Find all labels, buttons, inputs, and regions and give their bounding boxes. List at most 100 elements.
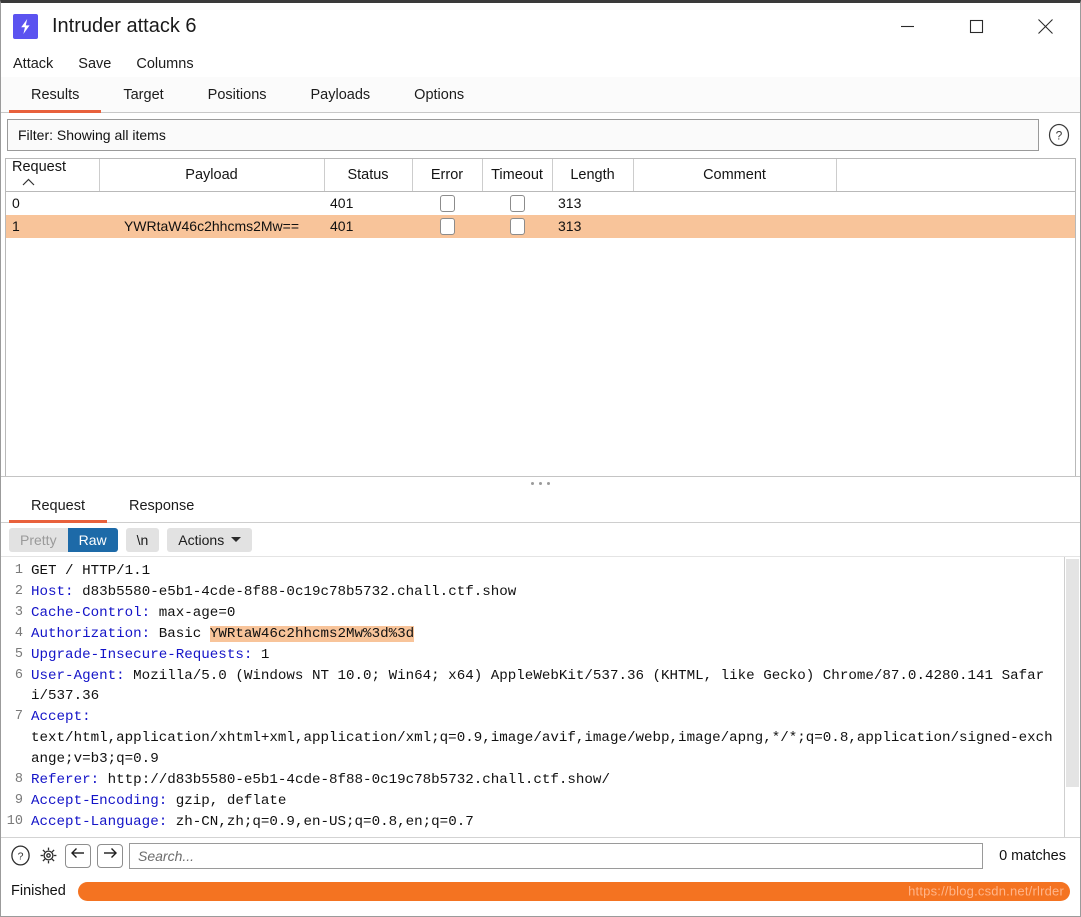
menu-item-attack[interactable]: Attack [13, 53, 65, 75]
menu-bar: Attack Save Columns [1, 50, 1080, 77]
splitter-dot [547, 482, 550, 485]
search-next-button[interactable] [97, 843, 123, 868]
column-header-error[interactable]: Error [412, 159, 483, 193]
cell-timeout [482, 214, 552, 238]
menu-item-save[interactable]: Save [78, 53, 123, 75]
cell-request: 0 [12, 195, 20, 212]
editor-toolbar: Pretty Raw \n Actions [1, 523, 1080, 556]
line-number: 10 [6, 813, 23, 829]
column-header-spacer [836, 159, 1075, 193]
table-row[interactable]: 1 YWRtaW46c2hhcms2Mw== 401 313 [6, 214, 1075, 238]
code-line: 2 Host: d83b5580-e5b1-4cde-8f88-0c19c78b… [1, 582, 1060, 603]
tab-options[interactable]: Options [392, 77, 486, 112]
line-number: 5 [14, 646, 23, 662]
line-number: 7 [14, 709, 23, 725]
tab-request[interactable]: Request [9, 490, 108, 523]
cell-timeout [482, 192, 552, 215]
header-value: 1 [252, 646, 270, 663]
newline-button[interactable]: \n [125, 527, 160, 552]
header-name: Upgrade-Insecure-Requests: [31, 646, 253, 663]
maximize-icon[interactable] [942, 3, 1011, 50]
arrow-right-icon [102, 846, 118, 865]
header-name: Accept-Encoding: [31, 792, 168, 809]
question-circle-icon[interactable]: ? [9, 845, 31, 867]
pane-splitter-handle[interactable] [1, 476, 1080, 490]
code-line: 4 Authorization: Basic YWRtaW46c2hhcms2M… [1, 624, 1060, 645]
line-text: User-Agent: Mozilla/5.0 (Windows NT 10.0… [31, 666, 1060, 708]
match-count-label: 0 matches [999, 847, 1066, 864]
line-number: 4 [14, 625, 23, 641]
attack-progress-bar: https://blog.csdn.net/rlrder [77, 881, 1070, 901]
line-text: GET / HTTP/1.1 [31, 563, 151, 579]
minimize-icon[interactable] [873, 3, 942, 50]
line-number: 6 [14, 667, 23, 683]
arrow-left-icon [70, 846, 86, 865]
cell-error [412, 192, 482, 215]
header-value: d83b5580-e5b1-4cde-8f88-0c19c78b5732.cha… [73, 583, 517, 600]
cell-length: 313 [552, 214, 633, 238]
request-code[interactable]: 1 GET / HTTP/1.1 2 Host: d83b5580-e5b1-4… [1, 557, 1064, 837]
actions-button[interactable]: Actions [167, 527, 253, 552]
table-row[interactable]: 0 401 313 [6, 192, 1075, 215]
header-value: Mozilla/5.0 (Windows NT 10.0; Win64; x64… [31, 667, 1045, 705]
window-title: Intruder attack 6 [52, 15, 197, 37]
timeout-checkbox[interactable] [509, 194, 525, 212]
results-table[interactable]: Request Payload Status Error Timeout Len… [5, 158, 1076, 476]
header-value: gzip, deflate [167, 792, 287, 809]
header-value: Basic [150, 625, 210, 642]
column-header-timeout[interactable]: Timeout [482, 159, 553, 193]
line-text: Authorization: Basic YWRtaW46c2hhcms2Mw%… [31, 624, 1060, 645]
timeout-checkbox[interactable] [509, 217, 525, 235]
code-line: 5 Upgrade-Insecure-Requests: 1 [1, 645, 1060, 666]
tab-payloads[interactable]: Payloads [289, 77, 393, 112]
line-text: Accept-Encoding: gzip, deflate [31, 791, 1060, 812]
header-value: max-age=0 [150, 604, 236, 621]
pretty-button[interactable]: Pretty [9, 527, 68, 552]
line-number: 2 [14, 583, 23, 599]
error-checkbox[interactable] [439, 194, 455, 212]
request-viewer[interactable]: 1 GET / HTTP/1.1 2 Host: d83b5580-e5b1-4… [1, 556, 1080, 837]
header-name: Accept-Language: [31, 813, 168, 830]
sort-ascending-icon [22, 175, 35, 191]
code-line: 10 Accept-Language: zh-CN,zh;q=0.9,en-US… [1, 812, 1060, 833]
line-text: Host: d83b5580-e5b1-4cde-8f88-0c19c78b57… [31, 582, 1060, 603]
column-header-payload[interactable]: Payload [99, 159, 325, 193]
request-scrollbar[interactable] [1064, 557, 1080, 837]
tab-response[interactable]: Response [107, 490, 216, 522]
column-header-comment[interactable]: Comment [633, 159, 837, 193]
close-icon[interactable] [1011, 3, 1080, 50]
code-line: 7 Accept: text/html,application/xhtml+xm… [1, 707, 1060, 770]
search-input[interactable]: Search... [129, 842, 984, 869]
line-text: Upgrade-Insecure-Requests: 1 [31, 645, 1060, 666]
scrollbar-thumb[interactable] [1066, 559, 1079, 787]
question-circle-icon[interactable]: ? [1045, 121, 1073, 149]
header-name: Accept: [31, 709, 91, 726]
message-tab-bar: Request Response [1, 490, 1080, 523]
column-header-length[interactable]: Length [552, 159, 634, 193]
cell-comment[interactable] [633, 192, 836, 215]
code-line: 6 User-Agent: Mozilla/5.0 (Windows NT 10… [1, 666, 1060, 708]
line-number: 1 [14, 563, 23, 578]
tab-results[interactable]: Results [9, 77, 102, 113]
tab-positions[interactable]: Positions [186, 77, 289, 112]
column-header-request-label: Request [12, 159, 67, 175]
header-name: Authorization: [31, 625, 151, 642]
splitter-dot [531, 482, 534, 485]
code-line: 8 Referer: http://d83b5580-e5b1-4cde-8f8… [1, 770, 1060, 791]
error-checkbox[interactable] [439, 217, 455, 235]
cell-comment[interactable] [633, 214, 836, 238]
gear-icon[interactable] [37, 845, 59, 867]
code-line: 1 GET / HTTP/1.1 [1, 561, 1060, 582]
raw-button[interactable]: Raw [67, 527, 118, 552]
column-header-status[interactable]: Status [324, 159, 413, 193]
tab-target[interactable]: Target [101, 77, 185, 112]
header-name: Cache-Control: [31, 604, 151, 621]
column-header-request[interactable]: Request [6, 159, 100, 193]
view-mode-toggle: Pretty Raw [9, 527, 118, 552]
splitter-dot [539, 482, 542, 485]
line-number: 8 [14, 772, 23, 788]
search-previous-button[interactable] [65, 843, 91, 868]
filter-input[interactable]: Filter: Showing all items [7, 119, 1039, 151]
menu-item-columns[interactable]: Columns [136, 53, 205, 75]
intruder-attack-window: Intruder attack 6 Attack Save Columns Re… [0, 0, 1081, 917]
